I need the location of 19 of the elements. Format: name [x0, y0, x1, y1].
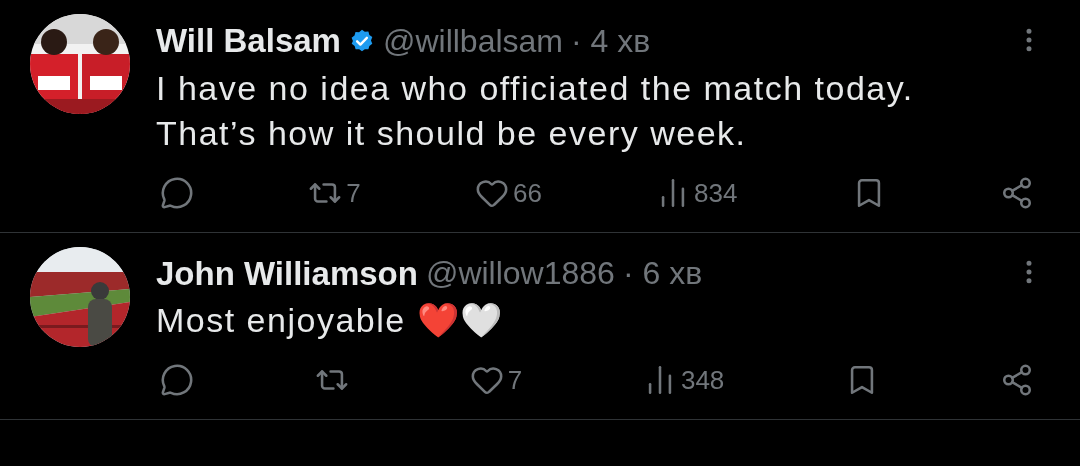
reply-button[interactable]: [160, 363, 194, 397]
reply-button[interactable]: [160, 175, 194, 210]
post-time: · 4 хв: [571, 21, 651, 61]
reply-icon: [160, 175, 194, 210]
share-icon: [1000, 363, 1034, 397]
tweet-text: Most enjoyable ❤🤍: [156, 300, 505, 341]
like-button[interactable]: 7: [469, 363, 523, 397]
tweet-text: I have no idea who officiated the match today. That’s how it should be every week.: [156, 67, 915, 154]
share-button[interactable]: [1000, 363, 1034, 397]
repost-button[interactable]: 7: [308, 175, 361, 210]
author-name[interactable]: John Williamson: [156, 248, 418, 298]
author-handle[interactable]: @willbalsam: [382, 16, 563, 65]
author-name[interactable]: Will Balsam: [156, 16, 341, 66]
like-button[interactable]: 66: [474, 175, 542, 210]
views-button[interactable]: 834: [656, 175, 738, 210]
reply-icon: [160, 363, 194, 397]
views-button[interactable]: 348: [642, 363, 725, 397]
post-time: · 6 хв: [622, 254, 703, 294]
author-handle[interactable]: @willow1886: [425, 249, 615, 298]
